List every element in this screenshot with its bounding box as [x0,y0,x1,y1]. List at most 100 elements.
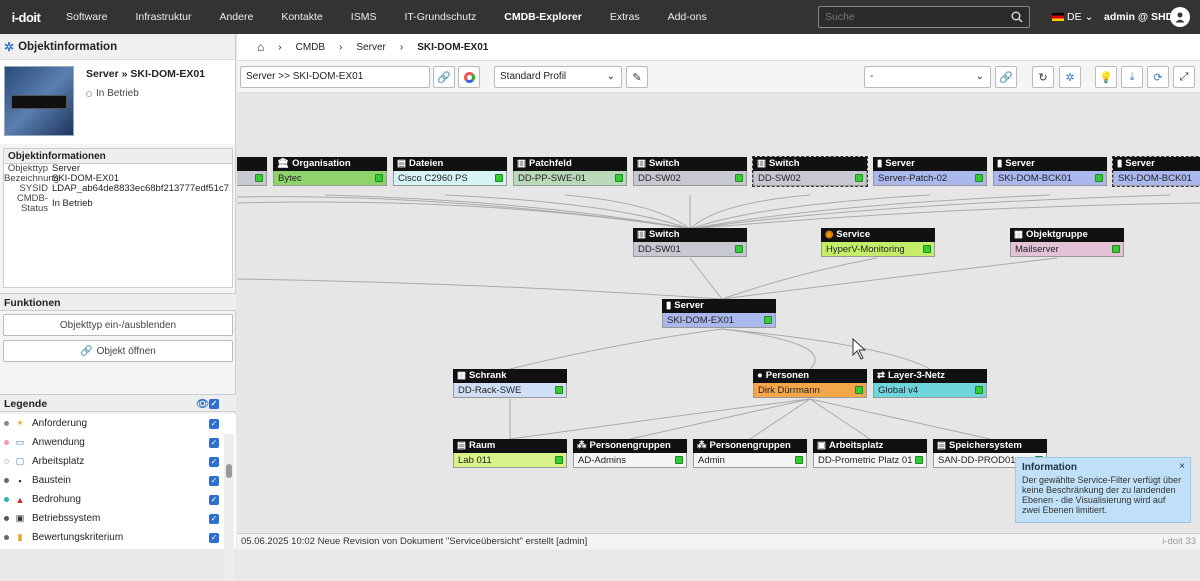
graph-node[interactable]: ◉ Service HyperV-Monitoring [821,228,935,257]
graph-node-selected[interactable]: ▮ Server SKI-DOM-EX01 [662,299,776,328]
legend-checkbox[interactable]: ✓ [209,494,219,505]
graph-node[interactable]: ▦ Schrank DD-Rack-SWE [453,369,567,398]
nav-add-ons[interactable]: Add-ons [654,0,721,34]
search-icon[interactable] [1011,11,1023,23]
breadcrumb-separator-icon: › [399,41,404,53]
organisation-icon: 🏛 [277,158,290,169]
switch-icon: ▥ [757,158,766,169]
server-icon: ▮ [877,158,883,169]
close-icon[interactable]: × [1179,461,1185,472]
legend-checkbox[interactable]: ✓ [209,475,219,486]
nav-cmdb-explorer[interactable]: CMDB-Explorer [490,0,596,34]
nav-it-grundschutz[interactable]: IT-Grundschutz [390,0,490,34]
fullscreen-icon[interactable]: ⤢ [1173,66,1195,88]
explorer-toolbar: Server >> SKI-DOM-EX01 🔗 Standard Profil… [237,61,1200,93]
object-info-panel: ✲ Objektinformation Server » SKI-DOM-EX0… [0,34,236,581]
graph-node[interactable]: 🏛 Organisation Bytec [273,157,387,186]
graph-node[interactable]: ▮ Server SKI-DOM-BCK01 [993,157,1107,186]
switch-icon: ▥ [637,158,646,169]
breadcrumb-separator-icon: › [278,41,282,53]
user-label[interactable]: admin @ SHD [1104,0,1173,34]
threat-icon: ▲ [15,494,25,505]
language-label: DE [1067,11,1082,23]
legend-scrollbar[interactable] [224,434,234,581]
legend-label: Bewertungskriterium [32,532,124,543]
object-info-header: Objektinformationen [4,149,232,164]
functions-header: Funktionen [0,293,236,311]
link-icon[interactable]: 🔗 [995,66,1017,88]
eye-icon[interactable]: 👁 [196,395,209,413]
info-toast: Information Der gewählte Service-Filter … [1015,457,1191,523]
object-title: Server » SKI-DOM-EX01 [86,68,206,80]
chevron-down-icon: ⌄ [1084,11,1094,23]
reload-icon[interactable]: ⟳ [1147,66,1169,88]
graph-node[interactable]: ▤ Dateien Cisco C2960 PS [393,157,507,186]
legend-checkbox[interactable]: ✓ [209,513,219,524]
graph-node[interactable]: ⇄ Layer-3-Netz Global v4 [873,369,987,398]
legend-checkbox[interactable]: ✓ [209,418,219,429]
nav-infrastruktur[interactable]: Infrastruktur [121,0,205,34]
color-wheel-icon[interactable] [458,66,480,88]
building-block-icon: ▪ [18,475,22,486]
service-icon: ◉ [825,229,834,240]
workstation-icon: ▣ [817,440,826,451]
network-icon[interactable]: ✲ [1059,66,1081,88]
graph-node[interactable] [237,157,267,186]
legend-checkbox[interactable]: ✓ [209,532,219,543]
nav-software[interactable]: Software [52,0,121,34]
object-image [4,66,74,136]
legend-all-checkbox[interactable]: ✓ [209,399,219,409]
server-icon: ▮ [1117,158,1123,169]
language-selector[interactable]: DE ⌄ [1052,0,1093,34]
operating-system-icon: ▣ [15,513,25,523]
graph-node[interactable]: ▤ Raum Lab 011 [453,439,567,468]
nav-extras[interactable]: Extras [596,0,654,34]
legend-item: ▣ Betriebssystem ✓ [0,509,236,528]
nav-andere[interactable]: Andere [205,0,267,34]
service-filter-select[interactable]: - ⌄ [864,66,991,88]
legend-label: Anforderung [32,418,88,429]
graph-node[interactable]: ▣ Arbeitsplatz DD-Prometric Platz 01 [813,439,927,468]
breadcrumb-cmdb[interactable]: CMDB [296,42,325,53]
info-value: Server [52,164,80,174]
graph-node[interactable]: ▥ Switch DD-SW02 [752,156,868,187]
link-icon[interactable]: 🔗 [433,66,455,88]
edit-pencil-icon[interactable]: ✎ [626,66,648,88]
breadcrumb-server[interactable]: Server [356,42,385,53]
nav-kontakte[interactable]: Kontakte [267,0,336,34]
user-avatar-icon[interactable] [1170,7,1190,27]
object-info-box: Objektinformationen Objekttyp Server Beze… [3,148,233,288]
toast-title: Information [1022,462,1077,473]
object-selector-input[interactable]: Server >> SKI-DOM-EX01 [240,66,430,88]
nav-isms[interactable]: ISMS [337,0,391,34]
profile-select[interactable]: Standard Profil ⌄ [494,66,622,88]
app-logo[interactable]: i-doit [0,0,52,34]
chevron-down-icon: ⌄ [975,71,984,82]
info-key: Status [21,203,48,214]
open-object-button[interactable]: 🔗 Objekt öffnen [3,340,233,362]
graph-node[interactable]: ▥ Switch DD-SW02 [633,157,747,186]
graph-node[interactable]: ● Personen Dirk Dürrmann [753,369,867,398]
info-value: SKI-DOM-EX01 [52,174,120,184]
graph-node[interactable]: ▮ Server Server-Patch-02 [873,157,987,186]
graph-node[interactable]: ▥ Switch DD-SW01 [633,228,747,257]
graph-node[interactable]: ⁂ Personengruppen AD-Admins [573,439,687,468]
home-icon[interactable]: ⌂ [257,40,264,54]
legend-title: Legende [4,398,48,410]
info-row: Status [4,204,232,214]
legend-checkbox[interactable]: ✓ [209,456,219,467]
graph-node[interactable]: ⁂ Personengruppen Admin [693,439,807,468]
toggle-object-type-button[interactable]: Objekttyp ein-/ausblenden [3,314,233,336]
legend-checkbox[interactable]: ✓ [209,437,219,448]
search-input[interactable] [825,11,995,23]
graph-node[interactable]: ▦ Objektgruppe Mailserver [1010,228,1124,257]
rating-criterion-icon: ▮ [17,532,23,542]
room-icon: ▤ [457,440,466,451]
refresh-icon[interactable]: ↻ [1032,66,1054,88]
download-icon[interactable]: ⤓ [1121,66,1143,88]
lightbulb-icon[interactable]: 💡 [1095,66,1117,88]
graph-node[interactable]: ▥ Patchfeld DD-PP-SWE-01 [513,157,627,186]
graph-node[interactable]: ▮ Server SKI-DOM-BCK01 [1112,156,1200,187]
breadcrumb-separator-icon: › [339,41,343,53]
legend-item: ▮ Bewertungskriterium ✓ [0,528,236,547]
